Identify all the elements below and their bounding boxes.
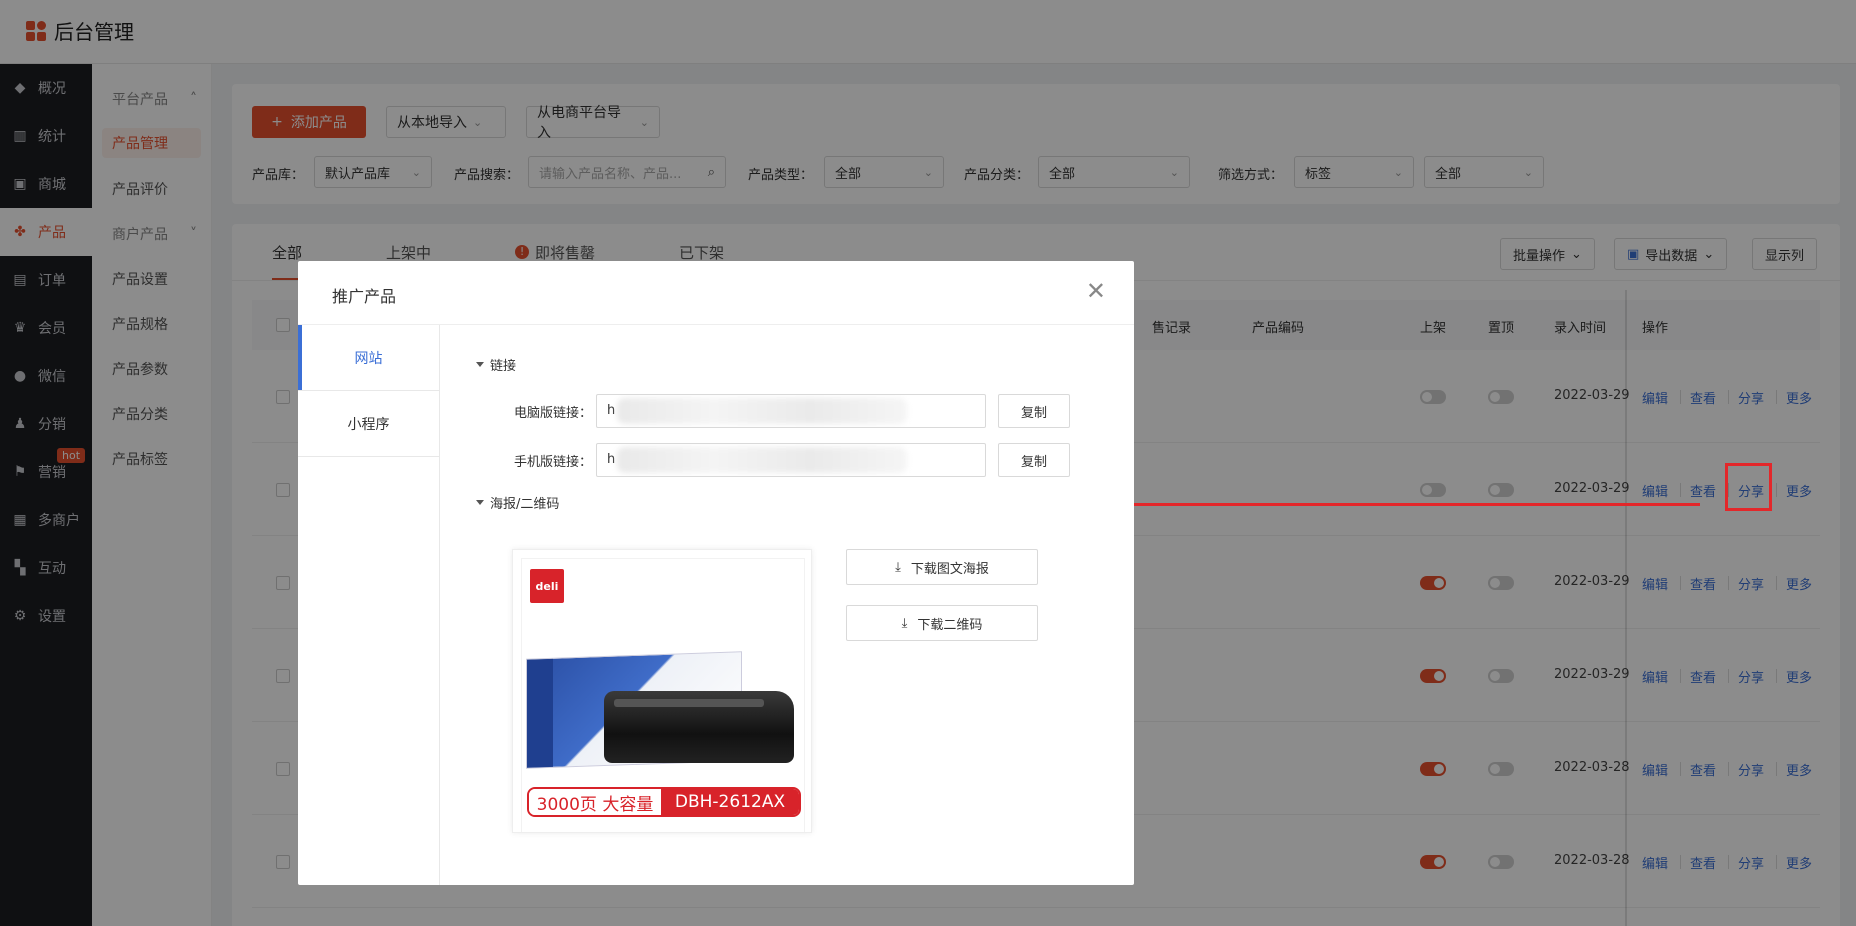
download-poster-button[interactable]: ⤓ 下载图文海报 — [846, 549, 1038, 585]
copy-mobile-link-button[interactable]: 复制 — [998, 443, 1070, 477]
tab-mini-program[interactable]: 小程序 — [298, 391, 439, 457]
pc-link-label: 电脑版链接： — [514, 406, 593, 421]
blurred-url — [617, 447, 907, 473]
close-icon[interactable]: ✕ — [1086, 279, 1106, 303]
annotation-arrow-line — [1130, 503, 1700, 506]
caret-down-icon — [476, 362, 484, 367]
download-icon: ⤓ — [895, 559, 901, 575]
promote-product-modal: 推广产品 ✕ 网站 小程序 链接 电脑版链接： h 复制 手机版链接： h 复制… — [298, 261, 1134, 885]
copy-pc-link-button[interactable]: 复制 — [998, 394, 1070, 428]
modal-side-tabs: 网站 小程序 — [298, 325, 440, 885]
blurred-url — [617, 398, 907, 424]
poster-badge: 3000页 大容量 DBH-2612AX — [527, 787, 801, 817]
mobile-link-field[interactable]: h — [596, 443, 986, 477]
share-highlight-box — [1725, 463, 1772, 511]
column-divider — [1625, 290, 1627, 926]
caret-down-icon — [476, 500, 484, 505]
pc-link-field[interactable]: h — [596, 394, 986, 428]
modal-header: 推广产品 ✕ — [298, 261, 1134, 325]
download-qrcode-button[interactable]: ⤓ 下载二维码 — [846, 605, 1038, 641]
brand-logo: deli — [530, 569, 564, 603]
toner-cartridge-image — [604, 691, 794, 763]
poster-section-toggle[interactable]: 海报/二维码 — [476, 493, 559, 512]
modal-title: 推广产品 — [332, 287, 397, 306]
product-poster: deli 3000页 大容量 DBH-2612AX — [512, 549, 812, 833]
link-section-toggle[interactable]: 链接 — [476, 355, 516, 374]
poster-image: deli 3000页 大容量 DBH-2612AX — [521, 558, 805, 832]
modal-body: 链接 电脑版链接： h 复制 手机版链接： h 复制 海报/二维码 deli 3… — [440, 325, 1134, 885]
download-icon: ⤓ — [901, 615, 908, 631]
mobile-link-label: 手机版链接： — [514, 455, 593, 470]
tab-website[interactable]: 网站 — [298, 325, 439, 391]
